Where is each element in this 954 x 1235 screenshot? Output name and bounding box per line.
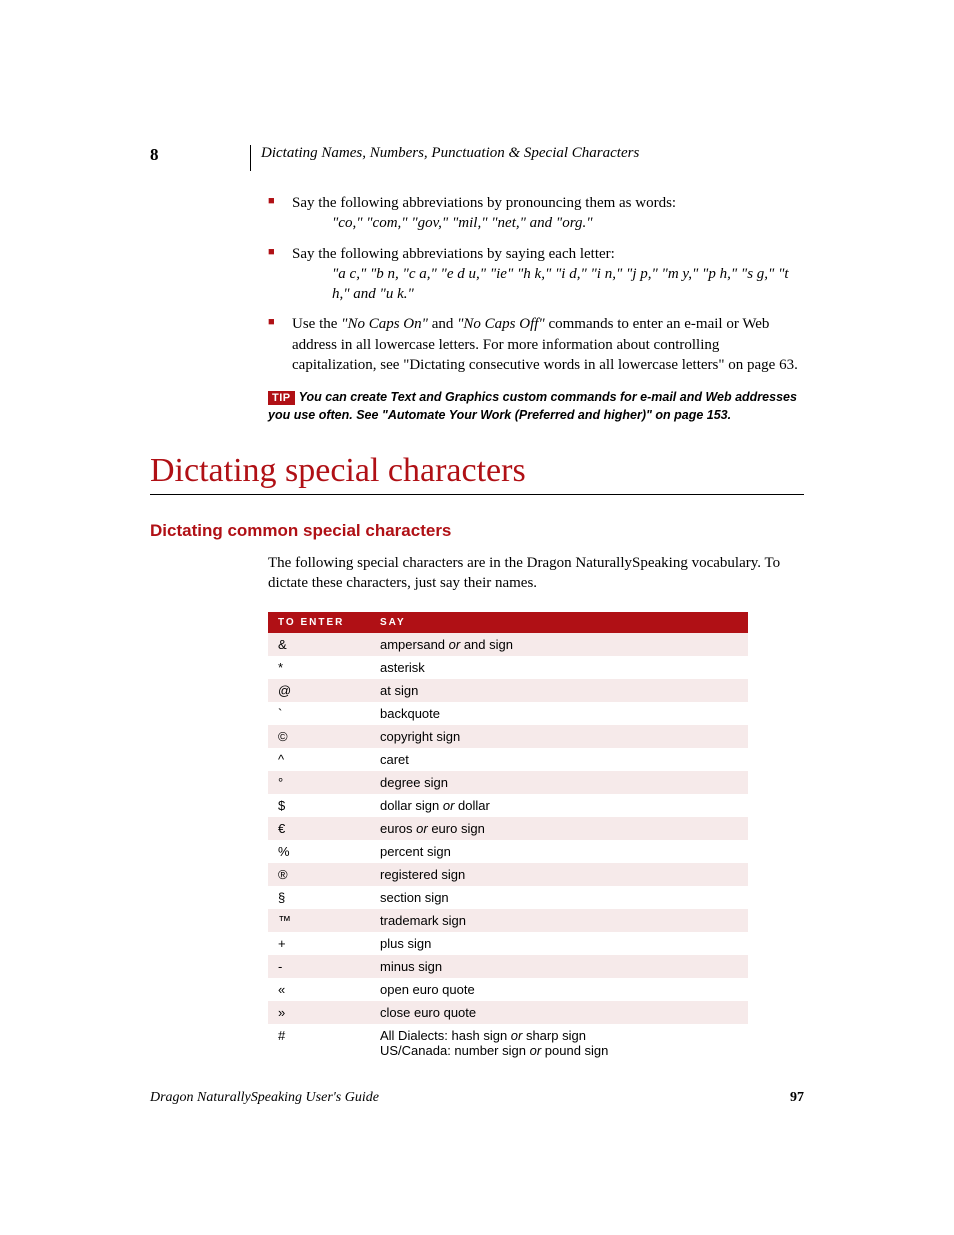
- page-header: 8 Dictating Names, Numbers, Punctuation …: [150, 145, 804, 171]
- cell-say: minus sign: [370, 955, 748, 978]
- running-head: Dictating Names, Numbers, Punctuation & …: [261, 145, 639, 162]
- table-header-row: To Enter Say: [268, 612, 748, 633]
- col-to-enter: To Enter: [268, 612, 370, 633]
- table-row: §section sign: [268, 886, 748, 909]
- cell-say: plus sign: [370, 932, 748, 955]
- table-row: %percent sign: [268, 840, 748, 863]
- cell-say: close euro quote: [370, 1001, 748, 1024]
- cell-say: backquote: [370, 702, 748, 725]
- cell-symbol: §: [268, 886, 370, 909]
- table-row: *asterisk: [268, 656, 748, 679]
- table-row: $dollar sign or dollar: [268, 794, 748, 817]
- cell-symbol: -: [268, 955, 370, 978]
- cell-say: ampersand or and sign: [370, 633, 748, 656]
- table-row: +plus sign: [268, 932, 748, 955]
- cell-symbol: °: [268, 771, 370, 794]
- body-column-top: Say the following abbreviations by prono…: [268, 193, 804, 424]
- cell-symbol: «: [268, 978, 370, 1001]
- table-row: @at sign: [268, 679, 748, 702]
- table-row: ™trademark sign: [268, 909, 748, 932]
- table-body: &ampersand or and sign*asterisk@at sign`…: [268, 633, 748, 1062]
- table-row: `backquote: [268, 702, 748, 725]
- footer-page-number: 97: [790, 1090, 804, 1106]
- col-say: Say: [370, 612, 748, 633]
- footer-title: Dragon NaturallySpeaking User's Guide: [150, 1090, 379, 1106]
- cell-symbol: #: [268, 1024, 370, 1062]
- bullet-item: Use the "No Caps On" and "No Caps Off" c…: [268, 314, 804, 375]
- section-heading: Dictating special characters: [150, 452, 804, 495]
- header-divider: [250, 145, 251, 171]
- subsection-heading: Dictating common special characters: [150, 521, 804, 541]
- table-row: »close euro quote: [268, 1001, 748, 1024]
- cell-symbol: ^: [268, 748, 370, 771]
- body-column-main: The following special characters are in …: [268, 553, 804, 1062]
- table-row: °degree sign: [268, 771, 748, 794]
- chapter-number: 8: [150, 145, 250, 165]
- table-row: «open euro quote: [268, 978, 748, 1001]
- cell-symbol: ©: [268, 725, 370, 748]
- table-row: €euros or euro sign: [268, 817, 748, 840]
- cell-say: trademark sign: [370, 909, 748, 932]
- bullet-quote: "co," "com," "gov," "mil," "net," and "o…: [332, 213, 804, 233]
- cell-say: section sign: [370, 886, 748, 909]
- table-row: ©copyright sign: [268, 725, 748, 748]
- table-row: #All Dialects: hash sign or sharp signUS…: [268, 1024, 748, 1062]
- cell-say: registered sign: [370, 863, 748, 886]
- table-row: ^caret: [268, 748, 748, 771]
- cell-symbol: $: [268, 794, 370, 817]
- cell-symbol: *: [268, 656, 370, 679]
- special-characters-table: To Enter Say &ampersand or and sign*aste…: [268, 612, 748, 1062]
- intro-paragraph: The following special characters are in …: [268, 553, 804, 594]
- cell-say: degree sign: [370, 771, 748, 794]
- page-footer: Dragon NaturallySpeaking User's Guide 97: [150, 1090, 804, 1106]
- cell-symbol: @: [268, 679, 370, 702]
- bullet-lead: Say the following abbreviations by prono…: [292, 195, 676, 211]
- cell-say: dollar sign or dollar: [370, 794, 748, 817]
- bullet-text: Use the "No Caps On" and "No Caps Off" c…: [292, 316, 798, 373]
- cell-symbol: `: [268, 702, 370, 725]
- cell-symbol: ™: [268, 909, 370, 932]
- bullet-item: Say the following abbreviations by prono…: [268, 193, 804, 234]
- cell-say: open euro quote: [370, 978, 748, 1001]
- cell-say: All Dialects: hash sign or sharp signUS/…: [370, 1024, 748, 1062]
- bullet-item: Say the following abbreviations by sayin…: [268, 244, 804, 305]
- cell-say: at sign: [370, 679, 748, 702]
- cell-say: caret: [370, 748, 748, 771]
- tip-badge: TIP: [268, 391, 295, 405]
- table-row: ®registered sign: [268, 863, 748, 886]
- cell-say: euros or euro sign: [370, 817, 748, 840]
- cell-symbol: »: [268, 1001, 370, 1024]
- bullet-quote: "a c," "b n, "c a," "e d u," "ie" "h k,"…: [332, 264, 804, 305]
- cell-symbol: %: [268, 840, 370, 863]
- page: 8 Dictating Names, Numbers, Punctuation …: [0, 0, 954, 1166]
- bullet-lead: Say the following abbreviations by sayin…: [292, 246, 615, 262]
- cell-symbol: +: [268, 932, 370, 955]
- cell-say: asterisk: [370, 656, 748, 679]
- tip-text: You can create Text and Graphics custom …: [268, 390, 797, 422]
- cell-symbol: ®: [268, 863, 370, 886]
- bullet-list: Say the following abbreviations by prono…: [268, 193, 804, 375]
- cell-say: copyright sign: [370, 725, 748, 748]
- tip-block: TIPYou can create Text and Graphics cust…: [268, 389, 804, 424]
- table-row: &ampersand or and sign: [268, 633, 748, 656]
- cell-say: percent sign: [370, 840, 748, 863]
- cell-symbol: €: [268, 817, 370, 840]
- cell-symbol: &: [268, 633, 370, 656]
- table-row: -minus sign: [268, 955, 748, 978]
